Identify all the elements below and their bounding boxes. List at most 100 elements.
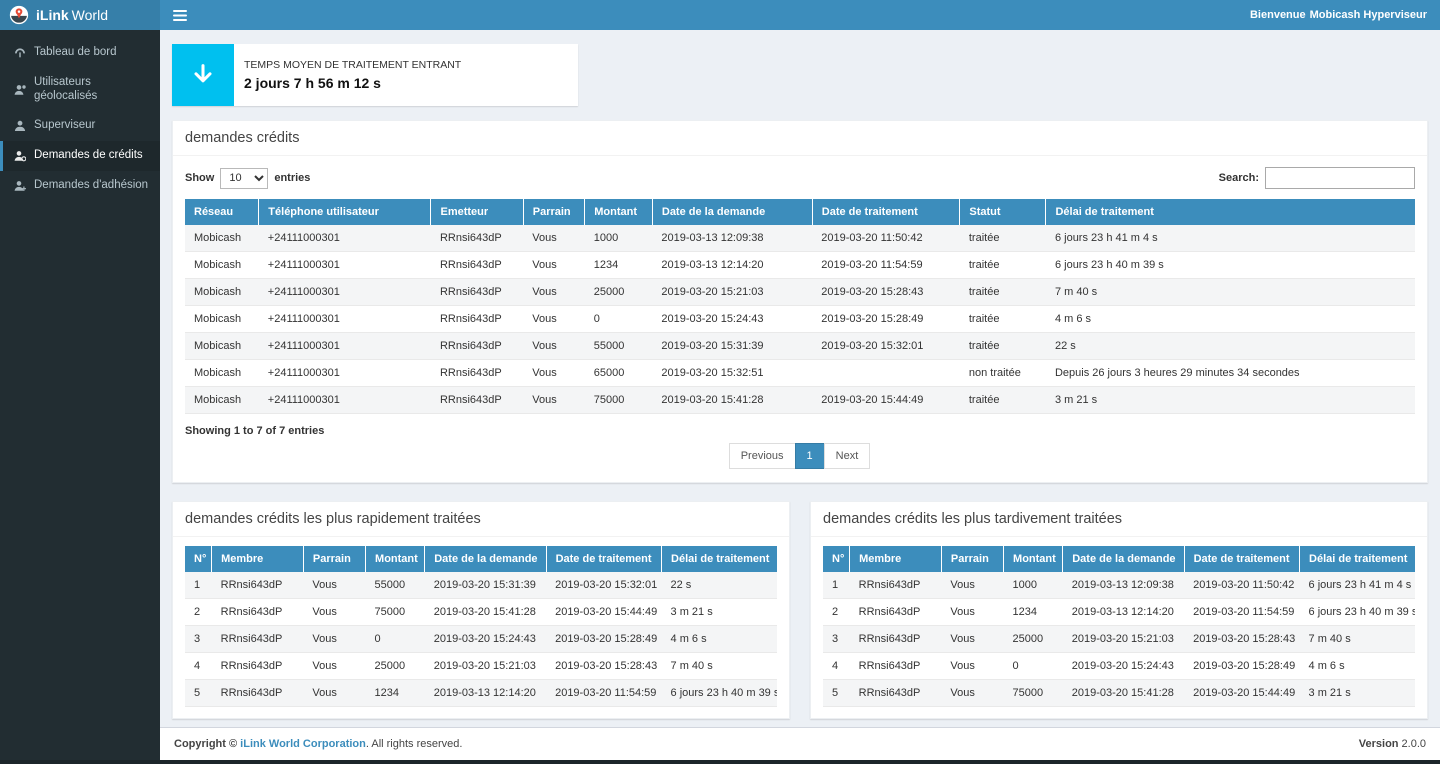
datatable-controls: Show 10 entries Search: <box>185 167 1415 189</box>
table-cell: RRnsi643dP <box>850 653 942 680</box>
fastest-panel: demandes crédits les plus rapidement tra… <box>172 501 790 719</box>
table-cell: Vous <box>523 333 585 360</box>
table-cell: Mobicash <box>185 225 259 252</box>
sidebar-item-demandes-adhesion[interactable]: Demandes d'adhésion <box>0 171 160 201</box>
column-header[interactable]: Statut <box>960 199 1046 225</box>
column-header[interactable]: Date de la demande <box>1063 546 1184 572</box>
page-footer: Copyright © iLink World Corporation. All… <box>160 727 1440 760</box>
table-row: Mobicash+24111000301RRnsi643dPVous650002… <box>185 360 1415 387</box>
column-header[interactable]: Montant <box>366 546 425 572</box>
company-link[interactable]: iLink World Corporation <box>240 738 366 750</box>
column-header[interactable]: Montant <box>585 199 653 225</box>
fastest-panel-title: demandes crédits les plus rapidement tra… <box>173 502 789 537</box>
table-cell: 3 <box>185 626 212 653</box>
info-box-value: 2 jours 7 h 56 m 12 s <box>244 75 461 91</box>
table-cell: +24111000301 <box>259 306 431 333</box>
pagination: Previous 1 Next <box>185 443 1415 469</box>
column-header[interactable]: Membre <box>212 546 304 572</box>
column-header[interactable]: Date de la demande <box>425 546 546 572</box>
version-value: 2.0.0 <box>1402 738 1426 750</box>
welcome-user: Mobicash Hyperviseur <box>1310 9 1427 21</box>
column-header[interactable]: Membre <box>850 546 942 572</box>
page-size-select[interactable]: 10 <box>220 168 268 189</box>
column-header[interactable]: Emetteur <box>431 199 523 225</box>
table-row: 2RRnsi643dPVous12342019-03-13 12:14:2020… <box>823 599 1415 626</box>
sidebar-item-utilisateurs-geolocalises[interactable]: Utilisateurs géolocalisés <box>0 68 160 112</box>
column-header[interactable]: Réseau <box>185 199 259 225</box>
brand-logo[interactable]: iLinkWorld <box>0 0 160 30</box>
column-header[interactable]: Parrain <box>941 546 1003 572</box>
table-cell: 4 <box>823 653 850 680</box>
column-header[interactable]: Date de traitement <box>1184 546 1299 572</box>
hamburger-icon[interactable] <box>173 10 187 21</box>
table-cell: traitée <box>960 333 1046 360</box>
table-cell: 75000 <box>1004 680 1063 707</box>
pagination-page-1[interactable]: 1 <box>795 443 825 469</box>
table-cell: 1000 <box>1004 572 1063 599</box>
table-row: Mobicash+24111000301RRnsi643dPVous750002… <box>185 387 1415 414</box>
column-header[interactable]: Délai de traitement <box>662 546 777 572</box>
dashboard-icon <box>14 47 26 59</box>
search-input[interactable] <box>1265 167 1415 189</box>
table-cell: 2019-03-13 12:14:20 <box>652 252 812 279</box>
copyright-prefix: Copyright © <box>174 738 237 750</box>
table-cell: RRnsi643dP <box>850 599 942 626</box>
pagination-next[interactable]: Next <box>824 443 871 469</box>
table-cell: 25000 <box>585 279 653 306</box>
table-cell: +24111000301 <box>259 360 431 387</box>
slowest-table-body: 1RRnsi643dPVous10002019-03-13 12:09:3820… <box>823 572 1415 707</box>
brand-title: iLinkWorld <box>36 7 108 23</box>
table-cell: 2019-03-20 15:24:43 <box>652 306 812 333</box>
column-header[interactable]: Date de traitement <box>546 546 661 572</box>
table-cell: Vous <box>941 572 1003 599</box>
table-cell: RRnsi643dP <box>212 680 304 707</box>
table-cell: Vous <box>941 626 1003 653</box>
column-header[interactable]: Parrain <box>303 546 365 572</box>
column-header[interactable]: Délai de traitement <box>1046 199 1415 225</box>
version-info: Version2.0.0 <box>1359 738 1426 750</box>
table-cell: Vous <box>523 252 585 279</box>
table-cell: 2019-03-20 15:44:49 <box>812 387 960 414</box>
table-cell: 2019-03-13 12:14:20 <box>1063 599 1184 626</box>
table-cell: 1 <box>823 572 850 599</box>
sidebar-item-demandes-de-credits[interactable]: Demandes de crédits <box>0 141 160 171</box>
table-cell: 2019-03-20 15:21:03 <box>1063 626 1184 653</box>
table-row: Mobicash+24111000301RRnsi643dPVous100020… <box>185 225 1415 252</box>
pagination-previous[interactable]: Previous <box>729 443 796 469</box>
column-header[interactable]: Date de la demande <box>652 199 812 225</box>
sidebar-item-superviseur[interactable]: Superviseur <box>0 111 160 141</box>
sidebar-item-label: Demandes d'adhésion <box>34 179 148 193</box>
table-cell: Mobicash <box>185 279 259 306</box>
table-cell: RRnsi643dP <box>850 572 942 599</box>
table-row: 4RRnsi643dPVous02019-03-20 15:24:432019-… <box>823 653 1415 680</box>
table-cell: 2019-03-20 15:41:28 <box>1063 680 1184 707</box>
column-header[interactable]: N° <box>185 546 212 572</box>
table-cell: 2019-03-13 12:09:38 <box>652 225 812 252</box>
column-header[interactable]: Délai de traitement <box>1300 546 1415 572</box>
table-cell: 2019-03-13 12:09:38 <box>1063 572 1184 599</box>
table-cell: 2019-03-20 15:31:39 <box>425 572 546 599</box>
table-row: 1RRnsi643dPVous10002019-03-13 12:09:3820… <box>823 572 1415 599</box>
column-header[interactable]: Date de traitement <box>812 199 960 225</box>
table-cell: 0 <box>1004 653 1063 680</box>
column-header[interactable]: Montant <box>1004 546 1063 572</box>
table-cell: 2019-03-20 15:44:49 <box>546 599 661 626</box>
table-cell: 2019-03-20 15:28:49 <box>1184 653 1299 680</box>
supervisor-icon <box>14 120 26 132</box>
table-cell: Mobicash <box>185 333 259 360</box>
table-cell: Vous <box>941 680 1003 707</box>
table-cell: 55000 <box>366 572 425 599</box>
column-header[interactable]: Parrain <box>523 199 585 225</box>
table-cell: 6 jours 23 h 40 m 39 s <box>662 680 777 707</box>
credits-panel: demandes crédits Show 10 entries Search: <box>172 120 1428 483</box>
table-cell: 6 jours 23 h 41 m 4 s <box>1046 225 1415 252</box>
table-cell: 2019-03-20 15:28:49 <box>812 306 960 333</box>
table-cell: traitée <box>960 252 1046 279</box>
table-row: 3RRnsi643dPVous250002019-03-20 15:21:032… <box>823 626 1415 653</box>
column-header[interactable]: Téléphone utilisateur <box>259 199 431 225</box>
sidebar-item-tableau-de-bord[interactable]: Tableau de bord <box>0 38 160 68</box>
column-header[interactable]: N° <box>823 546 850 572</box>
table-cell: 5 <box>185 680 212 707</box>
table-cell: RRnsi643dP <box>431 387 523 414</box>
table-cell: 1 <box>185 572 212 599</box>
